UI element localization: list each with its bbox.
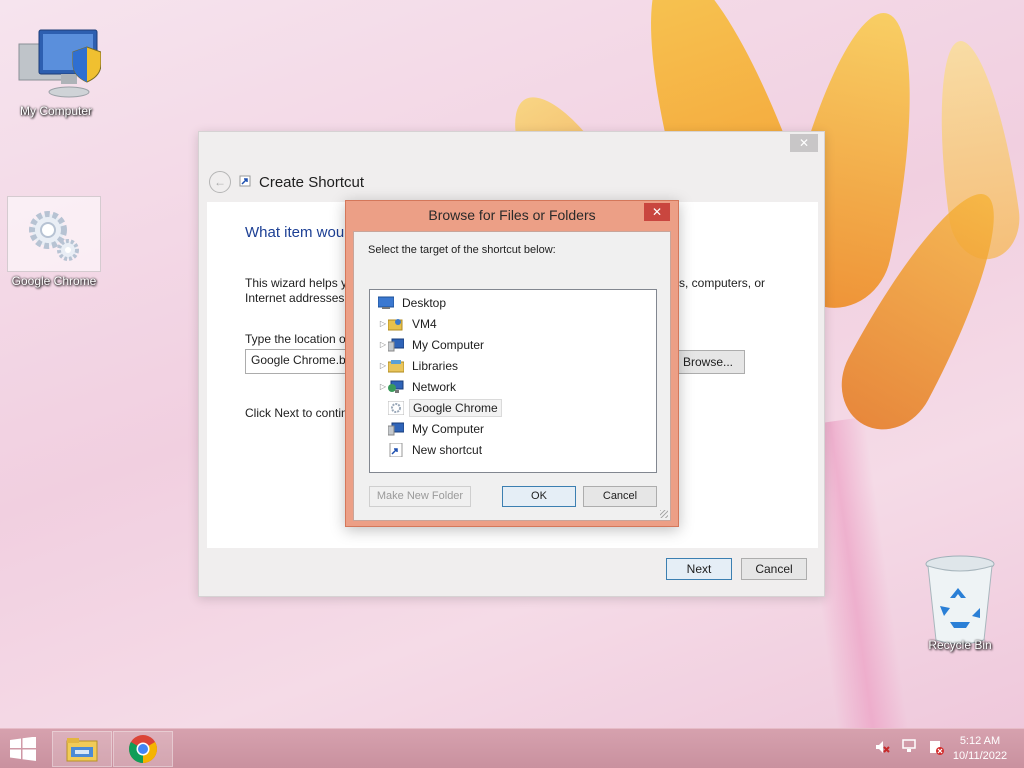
location-label: Type the location o bbox=[245, 332, 346, 346]
shortcut-icon bbox=[388, 442, 404, 457]
computer-icon bbox=[388, 422, 404, 436]
tree-item-label: My Computer bbox=[412, 337, 485, 352]
dialog-title: Browse for Files or Folders bbox=[428, 207, 596, 223]
cancel-button[interactable]: Cancel bbox=[583, 486, 657, 507]
desktop-icon-recycle-bin[interactable]: Recycle Bin bbox=[912, 552, 1008, 652]
tree-item-label: Google Chrome bbox=[409, 398, 502, 417]
wizard-heading: What item wou bbox=[245, 224, 345, 241]
ok-button[interactable]: OK bbox=[502, 486, 576, 507]
wizard-header: ← Create Shortcut bbox=[209, 170, 364, 194]
close-button[interactable]: ✕ bbox=[790, 134, 818, 152]
clock-time: 5:12 AM bbox=[959, 735, 1001, 747]
recycle-bin-icon bbox=[920, 552, 1000, 648]
browse-button[interactable]: Browse... bbox=[671, 350, 745, 374]
action-center-warning-icon[interactable] bbox=[928, 739, 944, 755]
tree-item-my-computer[interactable]: ▷ My Computer bbox=[370, 334, 656, 355]
tree-item-network[interactable]: ▷ Network bbox=[370, 376, 656, 397]
shortcut-icon bbox=[239, 175, 251, 190]
gear-icon bbox=[7, 196, 101, 272]
file-explorer-icon bbox=[66, 738, 98, 762]
tree-item-my-computer-shortcut[interactable]: My Computer bbox=[370, 418, 656, 439]
tree-item-label: Network bbox=[412, 379, 457, 394]
tree-item-desktop[interactable]: Desktop bbox=[370, 292, 656, 313]
taskbar-file-explorer[interactable] bbox=[52, 731, 112, 767]
clock[interactable]: 5:12 AM 10/11/2022 bbox=[948, 734, 1012, 764]
browse-dialog: Browse for Files or Folders ✕ Select the… bbox=[345, 200, 679, 527]
desktop-icon bbox=[378, 296, 394, 310]
wizard-footer: Next Cancel bbox=[199, 548, 824, 596]
description-line1-right: s, computers, or bbox=[679, 276, 766, 290]
tree-item-label: My Computer bbox=[412, 421, 485, 436]
description-line1: This wizard helps y bbox=[245, 276, 348, 290]
libraries-icon bbox=[388, 359, 404, 373]
expand-arrow-icon[interactable]: ▷ bbox=[378, 361, 388, 370]
tree-item-label: VM4 bbox=[412, 316, 437, 331]
tree-item-libraries[interactable]: ▷ Libraries bbox=[370, 355, 656, 376]
make-new-folder-button[interactable]: Make New Folder bbox=[369, 486, 471, 507]
desktop-icon-my-computer[interactable]: My Computer bbox=[8, 26, 104, 118]
tree-item-google-chrome[interactable]: Google Chrome bbox=[370, 397, 656, 418]
expand-arrow-icon[interactable]: ▷ bbox=[378, 340, 388, 349]
volume-muted-icon[interactable] bbox=[874, 739, 890, 755]
expand-arrow-icon[interactable]: ▷ bbox=[378, 319, 388, 328]
taskbar-chrome[interactable] bbox=[113, 731, 173, 767]
desktop-icon-label: My Computer bbox=[19, 104, 93, 118]
start-button[interactable] bbox=[8, 736, 38, 761]
resize-grip-icon[interactable] bbox=[660, 510, 668, 518]
clock-date: 10/11/2022 bbox=[952, 750, 1008, 762]
computer-shield-icon bbox=[11, 26, 101, 102]
desktop-icon-google-chrome[interactable]: Google Chrome bbox=[6, 196, 102, 288]
tree-item-new-shortcut[interactable]: New shortcut bbox=[370, 439, 656, 460]
expand-arrow-icon[interactable]: ▷ bbox=[378, 382, 388, 391]
tree-item-vm4[interactable]: ▷ VM4 bbox=[370, 313, 656, 334]
system-tray bbox=[874, 739, 944, 755]
description-line2: Internet addresses. bbox=[245, 291, 348, 305]
desktop-icon-label: Google Chrome bbox=[11, 274, 97, 288]
tree-item-label: New shortcut bbox=[412, 442, 483, 457]
shortcut-gear-icon bbox=[388, 400, 404, 415]
computer-icon bbox=[388, 338, 404, 352]
chrome-icon bbox=[129, 735, 157, 763]
dialog-body: Select the target of the shortcut below:… bbox=[353, 231, 671, 521]
tree-item-label: Libraries bbox=[412, 358, 459, 373]
window-title: Create Shortcut bbox=[259, 173, 365, 191]
back-button[interactable]: ← bbox=[209, 171, 231, 193]
network-icon bbox=[388, 380, 404, 394]
cancel-button[interactable]: Cancel bbox=[741, 558, 807, 580]
windows-logo-icon bbox=[10, 736, 36, 761]
taskbar: 5:12 AM 10/11/2022 bbox=[0, 728, 1024, 768]
arrow-left-icon: ← bbox=[214, 175, 226, 189]
tree-item-label: Desktop bbox=[402, 295, 447, 310]
dialog-instruction: Select the target of the shortcut below: bbox=[368, 244, 556, 256]
folder-tree[interactable]: Desktop ▷ VM4 ▷ My Computer ▷ Libraries … bbox=[369, 289, 657, 473]
close-button[interactable]: ✕ bbox=[644, 203, 670, 221]
next-hint: Click Next to contin bbox=[245, 406, 348, 420]
next-button[interactable]: Next bbox=[666, 558, 732, 580]
user-folder-icon bbox=[388, 317, 404, 331]
network-tray-icon[interactable] bbox=[900, 739, 918, 755]
